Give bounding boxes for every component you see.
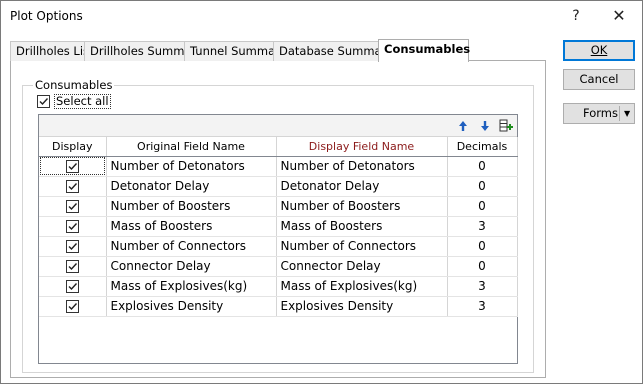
original-field-name-cell[interactable]: Number of Connectors (106, 236, 277, 257)
decimals-cell[interactable]: 3 (447, 216, 518, 237)
column-header-display[interactable]: Display (39, 137, 107, 157)
chevron-down-icon[interactable]: ▼ (624, 104, 630, 123)
table-row[interactable]: Detonator Delay Detonator Delay 0 (39, 176, 518, 197)
window-title: Plot Options (10, 9, 83, 23)
grid-toolbar (39, 115, 517, 137)
move-up-icon[interactable] (456, 119, 470, 133)
tab-consumables[interactable]: Consumables (378, 39, 470, 62)
checkmark-icon (68, 263, 77, 271)
tab-database-summary[interactable]: Database Summary (273, 41, 393, 61)
display-field-name-cell[interactable]: Detonator Delay (276, 176, 448, 197)
checkmark-icon (68, 243, 77, 251)
cancel-button[interactable]: Cancel (563, 69, 635, 90)
display-checkbox[interactable] (65, 240, 79, 253)
checkmark-icon (68, 303, 77, 311)
display-cell[interactable] (39, 216, 107, 237)
display-checkbox[interactable] (65, 300, 79, 313)
fields-table: Display Original Field Name Display Fiel… (39, 137, 518, 317)
display-field-name-cell[interactable]: Explosives Density (276, 296, 448, 317)
display-field-name-cell[interactable]: Number of Detonators (276, 156, 448, 177)
display-cell[interactable] (39, 236, 107, 257)
table-row[interactable]: Number of Detonators Number of Detonators… (39, 156, 518, 177)
tab-drillholes-list[interactable]: Drillholes List (10, 41, 94, 61)
display-checkbox[interactable] (65, 220, 79, 233)
move-down-icon[interactable] (478, 119, 492, 133)
group-label: Consumables (33, 78, 115, 92)
display-cell[interactable] (39, 256, 107, 277)
display-cell[interactable] (39, 196, 107, 217)
forms-divider (619, 106, 620, 121)
add-fields-icon[interactable] (499, 119, 513, 133)
decimals-cell[interactable]: 0 (447, 236, 518, 257)
select-all-box[interactable] (37, 95, 50, 108)
original-field-name-cell[interactable]: Number of Boosters (106, 196, 277, 217)
table-row[interactable]: Connector Delay Connector Delay 0 (39, 256, 518, 277)
checkmark-icon (68, 163, 77, 171)
fields-grid: Display Original Field Name Display Fiel… (38, 114, 518, 364)
display-field-name-cell[interactable]: Number of Boosters (276, 196, 448, 217)
decimals-cell[interactable]: 0 (447, 176, 518, 197)
display-checkbox[interactable] (65, 260, 79, 273)
ok-button[interactable]: OK (563, 40, 635, 61)
display-cell[interactable] (39, 156, 107, 177)
display-checkbox[interactable] (65, 200, 79, 213)
ok-button-label: OK (590, 43, 608, 57)
table-header-row: Display Original Field Name Display Fiel… (39, 137, 518, 157)
tab-drillholes-summary[interactable]: Drillholes Summary (84, 41, 203, 61)
display-field-name-cell[interactable]: Mass of Boosters (276, 216, 448, 237)
checkmark-icon (39, 98, 49, 106)
table-row[interactable]: Explosives Density Explosives Density 3 (39, 296, 518, 317)
decimals-cell[interactable]: 3 (447, 276, 518, 297)
display-checkbox[interactable] (65, 180, 79, 193)
display-field-name-cell[interactable]: Number of Connectors (276, 236, 448, 257)
checkmark-icon (68, 223, 77, 231)
column-header-decimals[interactable]: Decimals (447, 137, 518, 157)
table-row[interactable]: Mass of Explosives(kg) Mass of Explosives… (39, 276, 518, 297)
original-field-name-cell[interactable]: Detonator Delay (106, 176, 277, 197)
table-row[interactable]: Number of Connectors Number of Connectors… (39, 236, 518, 257)
display-cell[interactable] (39, 296, 107, 317)
tab-tunnel-summary[interactable]: Tunnel Summary (184, 41, 287, 61)
help-icon[interactable]: ? (561, 5, 591, 27)
original-field-name-cell[interactable]: Explosives Density (106, 296, 277, 317)
checkmark-icon (68, 183, 77, 191)
display-checkbox[interactable] (65, 160, 79, 173)
decimals-cell[interactable]: 0 (447, 256, 518, 277)
decimals-cell[interactable]: 0 (447, 156, 518, 177)
title-bar: Plot Options ? ✕ (1, 1, 642, 32)
close-icon[interactable]: ✕ (604, 5, 634, 27)
display-field-name-cell[interactable]: Connector Delay (276, 256, 448, 277)
plot-options-dialog: Plot Options ? ✕ Drillholes List Drillho… (0, 0, 643, 384)
display-checkbox[interactable] (65, 280, 79, 293)
column-header-display-field-name[interactable]: Display Field Name (276, 137, 448, 157)
original-field-name-cell[interactable]: Number of Detonators (106, 156, 277, 177)
decimals-cell[interactable]: 3 (447, 296, 518, 317)
original-field-name-cell[interactable]: Mass of Boosters (106, 216, 277, 237)
decimals-cell[interactable]: 0 (447, 196, 518, 217)
display-field-name-cell[interactable]: Mass of Explosives(kg) (276, 276, 448, 297)
checkmark-icon (68, 283, 77, 291)
original-field-name-cell[interactable]: Mass of Explosives(kg) (106, 276, 277, 297)
table-row[interactable]: Number of Boosters Number of Boosters 0 (39, 196, 518, 217)
column-header-original-field-name[interactable]: Original Field Name (106, 137, 277, 157)
display-cell[interactable] (39, 176, 107, 197)
display-cell[interactable] (39, 276, 107, 297)
select-all-label[interactable]: Select all (54, 94, 111, 109)
original-field-name-cell[interactable]: Connector Delay (106, 256, 277, 277)
cancel-button-label: Cancel (579, 72, 619, 86)
forms-button-label: Forms (583, 106, 618, 120)
table-row[interactable]: Mass of Boosters Mass of Boosters 3 (39, 216, 518, 237)
forms-button[interactable]: Forms ▼ (563, 103, 635, 124)
checkmark-icon (68, 203, 77, 211)
